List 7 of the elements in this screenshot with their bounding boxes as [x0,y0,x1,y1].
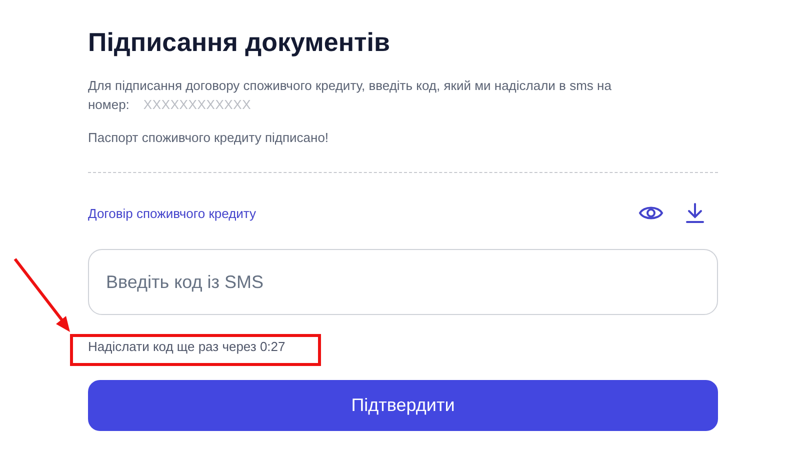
resend-timer-text: Надіслати код ще раз через 0:27 [88,338,286,356]
status-message: Паспорт споживчого кредиту підписано! [88,129,330,147]
confirm-button[interactable]: Підтвердити [88,380,718,431]
document-link[interactable]: Договір споживчого кредиту [88,206,638,220]
page-title: Підписання документів [88,26,391,59]
sms-code-field[interactable]: Введіть код із SMS [88,249,718,315]
instruction-text: Для підписання договору споживчого кредиту, введіть код, який ми надіслали в sms на номер: XXXXXXXXXXXX [88,77,612,114]
